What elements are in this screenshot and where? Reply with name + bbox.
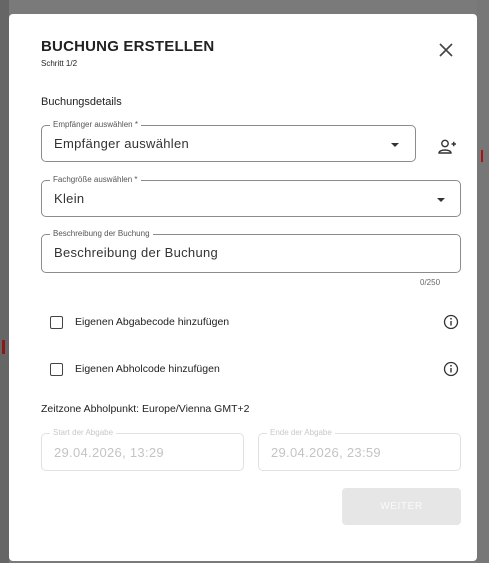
next-button[interactable]: WEITER: [342, 488, 461, 525]
background-left-edge: [0, 0, 9, 563]
end-dropoff-label: Ende der Abgabe: [267, 428, 335, 438]
info-icon[interactable]: [443, 361, 459, 377]
section-label: Buchungsdetails: [41, 96, 122, 108]
recipient-select-value: Empfänger auswählen: [54, 136, 190, 151]
dropoff-code-label: Eigenen Abgabecode hinzufügen: [75, 316, 230, 328]
caret-down-icon: [437, 198, 445, 202]
background-right-edge: [477, 0, 489, 563]
person-add-icon[interactable]: [437, 137, 457, 157]
pickup-code-option: Eigenen Abholcode hinzufügen: [50, 359, 220, 379]
start-dropoff-label: Start der Abgabe: [50, 428, 117, 438]
close-icon[interactable]: [436, 40, 456, 60]
description-field-label: Beschreibung der Buchung: [50, 229, 153, 239]
dropoff-code-checkbox[interactable]: [50, 315, 63, 329]
start-dropoff-field[interactable]: Start der Abgabe 29.04.2026, 13:29: [41, 428, 244, 471]
pickup-code-checkbox[interactable]: [50, 362, 63, 376]
start-dropoff-value: 29.04.2026, 13:29: [54, 445, 164, 460]
dropoff-code-option: Eigenen Abgabecode hinzufügen: [50, 312, 229, 332]
step-indicator: Schritt 1/2: [41, 59, 78, 68]
description-field-value: Beschreibung der Buchung: [54, 245, 219, 260]
end-dropoff-value: 29.04.2026, 23:59: [271, 445, 381, 460]
pickup-code-label: Eigenen Abholcode hinzufügen: [75, 363, 220, 375]
timezone-info: Zeitzone Abholpunkt: Europe/Vienna GMT+2: [41, 403, 250, 415]
background-mark: [2, 340, 5, 354]
info-icon[interactable]: [443, 314, 459, 330]
dialog-title: BUCHUNG ERSTELLEN: [41, 38, 215, 55]
character-counter: 0/250: [420, 278, 441, 287]
size-select[interactable]: Fachgröße auswählen * Klein: [41, 175, 461, 217]
recipient-select-label: Empfänger auswählen *: [50, 120, 141, 130]
size-select-label: Fachgröße auswählen *: [50, 175, 141, 185]
background-mark: [481, 150, 483, 162]
caret-down-icon: [391, 143, 399, 147]
recipient-select[interactable]: Empfänger auswählen * Empfänger auswähle…: [41, 120, 416, 162]
end-dropoff-field[interactable]: Ende der Abgabe 29.04.2026, 23:59: [258, 428, 461, 471]
create-booking-dialog: BUCHUNG ERSTELLEN Schritt 1/2 Buchungsde…: [9, 14, 477, 561]
size-select-value: Klein: [54, 191, 85, 206]
description-field[interactable]: Beschreibung der Buchung Beschreibung de…: [41, 229, 461, 273]
